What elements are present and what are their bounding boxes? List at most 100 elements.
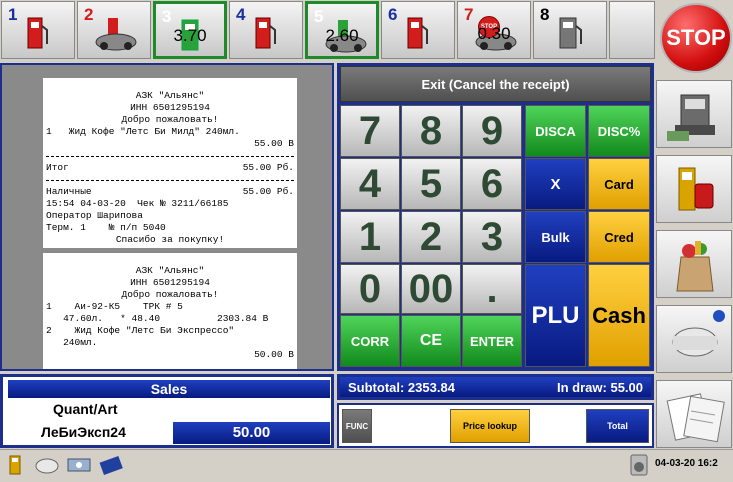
status-bar: 04-03-20 16:2	[0, 449, 733, 480]
clear-entry-button[interactable]: CE	[401, 315, 461, 367]
gas-tank-icon	[672, 310, 725, 357]
pump-number: 1	[8, 5, 18, 24]
grocery-bag-icon	[676, 241, 714, 292]
empty-pump-slot	[609, 1, 655, 59]
pump-number: 8	[540, 5, 550, 24]
pump-8-button[interactable]: 8	[533, 1, 607, 59]
pump-number: 3	[162, 7, 172, 26]
grocery-button[interactable]	[656, 230, 732, 298]
key-9[interactable]: 9	[462, 105, 522, 157]
sales-amount: 50.00	[173, 422, 330, 444]
pump-5-button[interactable]: 5 2.60	[305, 1, 379, 59]
receipt-info-line: Терм. 1 № п/п 5040	[46, 222, 166, 233]
receipt-cash-value: 55.00 Рб.	[242, 186, 294, 197]
receipt-header-line: АЗК "Альянс"	[135, 265, 205, 276]
key-6[interactable]: 6	[462, 158, 522, 210]
subtotal-inner: Subtotal: 2353.84 In draw: 55.00	[340, 377, 651, 397]
gas-tank-button[interactable]	[656, 305, 732, 373]
pump-6-button[interactable]: 6	[381, 1, 455, 59]
receipt-line-price: 50.00 В	[254, 349, 294, 360]
subtotal-bar: Subtotal: 2353.84 In draw: 55.00	[337, 374, 654, 400]
receipt-line: 2 Жид Кофе "Летс Би Экспрессо"	[46, 325, 235, 336]
receipt-header-line: АЗК "Альянс"	[135, 90, 205, 101]
pump-1-button[interactable]: 1	[1, 1, 75, 59]
speaker-icon[interactable]	[626, 453, 652, 477]
sales-panel: Sales Quant/Art ЛеБиЭксп24 50.00	[0, 374, 334, 448]
fuel-pump-icon	[255, 17, 276, 49]
receipt-total-row: Итог 55.00 Рб.	[46, 162, 294, 174]
quant-art-label: Quant/Art	[53, 401, 118, 417]
fuel-pump-icon	[27, 17, 48, 49]
key-00[interactable]: 00	[401, 264, 461, 314]
fuel-canister-button[interactable]	[656, 155, 732, 223]
key-4[interactable]: 4	[340, 158, 400, 210]
receipt-line: 240мл.	[46, 337, 98, 348]
receipt-cash-row: Наличные 55.00 Рб.	[46, 186, 294, 198]
key-0[interactable]: 0	[340, 264, 400, 314]
receipt-panel: АЗК "Альянс" ИНН 6501295194 Добро пожалова…	[0, 63, 334, 371]
receipt-item-line: 1 Жид Кофе "Летс Би Милд" 240мл.	[46, 126, 240, 137]
status-clock: 04-03-20 16:2	[655, 458, 718, 469]
key-decimal-point[interactable]: .	[462, 264, 522, 314]
disca-button[interactable]: DISCA	[525, 105, 586, 157]
sales-title: Sales	[8, 380, 330, 398]
cash-register-icon	[667, 94, 715, 141]
cash-register-button[interactable]	[656, 80, 732, 148]
key-1[interactable]: 1	[340, 211, 400, 263]
bottom-function-bar: FUNC Price lookup Total	[337, 403, 654, 448]
receipts-icon	[666, 393, 725, 443]
pump-4-button[interactable]: 4	[229, 1, 303, 59]
disc-percent-button[interactable]: DISC%	[588, 105, 650, 157]
fuel-pump-icon	[407, 17, 428, 49]
receipt-current: АЗК "Альянс" ИНН 6501295194 Добро пожалова…	[43, 253, 297, 369]
receipt-header-line: ИНН 6501295194	[130, 277, 210, 288]
sales-item-name: ЛеБиЭксп24	[41, 424, 126, 440]
key-2[interactable]: 2	[401, 211, 461, 263]
pump-amount: 3.70	[173, 26, 207, 45]
credit-payment-button[interactable]: Cred	[588, 211, 650, 263]
receipt-previous: АЗК "Альянс" ИНН 6501295194 Добро пожалова…	[43, 78, 297, 248]
exit-cancel-receipt-button[interactable]: Exit (Cancel the receipt)	[340, 66, 651, 102]
receipt-item-price: 55.00 В	[254, 138, 294, 149]
func-button[interactable]: FUNC	[342, 409, 372, 443]
key-5[interactable]: 5	[401, 158, 461, 210]
fuel-canister-icon	[678, 167, 714, 211]
tray-money-icon[interactable]	[66, 453, 92, 477]
car-fuel-icon	[95, 18, 137, 51]
tray-gas-tank-icon[interactable]	[34, 453, 60, 477]
pump-amount: 0.30	[477, 24, 511, 43]
in-drawer-label: In draw: 55.00	[557, 380, 643, 395]
price-lookup-button[interactable]: Price lookup	[450, 409, 530, 443]
key-3[interactable]: 3	[462, 211, 522, 263]
emergency-stop-button[interactable]: STOP	[660, 3, 732, 73]
multiply-x-button[interactable]: X	[525, 158, 586, 210]
receipt-separator	[46, 156, 294, 158]
tray-fuel-pump-icon[interactable]	[4, 453, 30, 477]
pump-7-button[interactable]: 7 STOP 0.30	[457, 1, 531, 59]
receipt-cash-label: Наличные	[46, 186, 92, 197]
receipt-header-line: Добро пожаловать!	[121, 289, 219, 300]
plu-button[interactable]: PLU	[525, 264, 586, 367]
receipt-line: 47.60л. * 48.40 2303.84 В	[46, 313, 269, 324]
receipts-button[interactable]	[656, 380, 732, 448]
total-button[interactable]: Total	[586, 409, 649, 443]
card-payment-button[interactable]: Card	[588, 158, 650, 210]
receipt-total-value: 55.00 Рб.	[242, 162, 294, 173]
receipt-info-line: 15:54 04-03-20 Чек № 3211/66185	[46, 198, 229, 209]
bulk-button[interactable]: Bulk	[525, 211, 586, 263]
pump-number: 6	[388, 5, 398, 24]
key-7[interactable]: 7	[340, 105, 400, 157]
pump-2-button[interactable]: 2	[77, 1, 151, 59]
enter-button[interactable]: ENTER	[462, 315, 522, 367]
pump-bar: 1 2 3 3.70 4 5 2.60 6 7 STOP 0.30 8	[0, 0, 656, 62]
quant-field[interactable]	[173, 400, 330, 420]
key-8[interactable]: 8	[401, 105, 461, 157]
receipt-header-line: Добро пожаловать!	[121, 114, 219, 125]
keypad-panel: Exit (Cancel the receipt) 7 8 9 DISCA DI…	[337, 63, 654, 371]
tray-card-icon[interactable]	[98, 453, 124, 477]
receipt-thanks: Спасибо за покупку!	[115, 234, 225, 245]
pump-amount: 2.60	[325, 26, 359, 45]
pump-3-button[interactable]: 3 3.70	[153, 1, 227, 59]
corr-button[interactable]: CORR	[340, 315, 400, 367]
cash-payment-button[interactable]: Cash	[588, 264, 650, 367]
